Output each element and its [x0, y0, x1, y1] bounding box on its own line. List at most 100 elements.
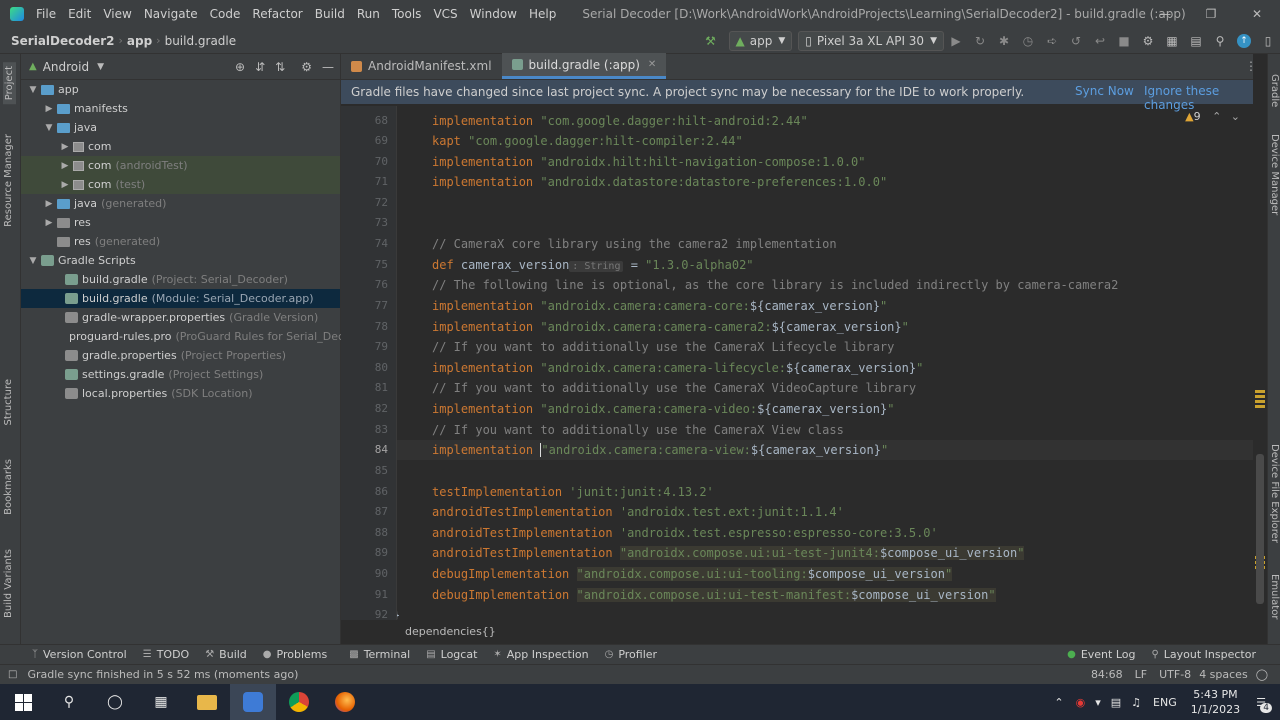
input-language[interactable]: ENG [1153, 696, 1177, 709]
tree-node-gradle-properties[interactable]: gradle.properties (Project Properties) [21, 346, 340, 365]
warning-marker[interactable] [1255, 400, 1265, 403]
code-breadcrumb[interactable]: dependencies{} [405, 625, 496, 638]
emulator-tool-tab[interactable]: Emulator [1269, 574, 1280, 619]
tree-node-java[interactable]: ▼ java [21, 118, 340, 137]
menu-tools[interactable]: Tools [386, 7, 428, 21]
problems-button[interactable]: ● Problems [263, 648, 327, 661]
stop-icon[interactable]: ■ [1112, 30, 1136, 52]
todo-button[interactable]: ☰ TODO [143, 648, 189, 661]
file-explorer-icon[interactable] [184, 684, 230, 720]
tree-node-res[interactable]: ▶ res [21, 213, 340, 232]
menu-navigate[interactable]: Navigate [138, 7, 204, 21]
editor-scrollbar[interactable] [1253, 54, 1267, 644]
warning-marker[interactable] [1255, 390, 1265, 393]
code-editor[interactable]: implementation "com.google.dagger:hilt-a… [397, 106, 1255, 620]
tray-chevron-up-icon[interactable]: ⌃ [1054, 696, 1063, 709]
build-variants-tool-tab[interactable]: Build Variants [3, 549, 14, 618]
notification-icon[interactable]: ☰ 4 [1256, 696, 1272, 713]
profiler-button[interactable]: ◷ Profiler [605, 648, 657, 661]
tree-node-com-androidtest[interactable]: ▶ com (androidTest) [21, 156, 340, 175]
gradle-tool-tab[interactable]: Gradle [1269, 74, 1280, 107]
tree-node-app[interactable]: ▼ app [21, 80, 340, 99]
chevron-down-icon[interactable]: ▼ [97, 62, 104, 72]
chevron-right-icon[interactable]: ▶ [59, 180, 71, 190]
clock[interactable]: 5:43 PM 1/1/2023 [1191, 687, 1240, 717]
gear-icon[interactable]: ⚙ [301, 60, 312, 74]
app-inspection-button[interactable]: ✶ App Inspection [493, 648, 588, 661]
structure-tool-tab[interactable]: Structure [3, 379, 14, 426]
cortana-icon[interactable]: ◯ [92, 684, 138, 720]
tree-node-manifests[interactable]: ▶ manifests [21, 99, 340, 118]
hammer-icon[interactable]: ⚒ [699, 30, 723, 52]
tree-node-res-generated[interactable]: res (generated) [21, 232, 340, 251]
chevron-down-icon[interactable]: ▼ [43, 123, 55, 133]
version-control-button[interactable]: ᛉ Version Control [32, 648, 127, 661]
warning-marker[interactable] [1255, 405, 1265, 408]
terminal-button[interactable]: ▩ Terminal [349, 648, 410, 661]
menu-window[interactable]: Window [464, 7, 523, 21]
next-highlight-icon[interactable]: ⌄ [1231, 110, 1240, 123]
menu-build[interactable]: Build [309, 7, 351, 21]
windows-start-icon[interactable] [0, 684, 46, 720]
device-file-explorer-tool-tab[interactable]: Device File Explorer [1269, 444, 1280, 543]
menu-file[interactable]: File [30, 7, 62, 21]
menu-run[interactable]: Run [351, 7, 386, 21]
warning-marker[interactable] [1255, 395, 1265, 398]
previous-highlight-icon[interactable]: ⌃ [1212, 110, 1221, 123]
chevron-right-icon[interactable]: ▶ [43, 218, 55, 228]
project-view-select[interactable]: Android [43, 60, 89, 74]
breadcrumb-file[interactable]: build.gradle [161, 34, 241, 48]
apply-changes-icon[interactable]: ↺ [1064, 30, 1088, 52]
tree-node-settings-gradle[interactable]: settings.gradle (Project Settings) [21, 365, 340, 384]
collapse-all-icon[interactable]: ⇅ [275, 60, 285, 74]
android-studio-icon[interactable] [230, 684, 276, 720]
microphone-icon[interactable]: ▾ [1095, 696, 1101, 709]
menu-help[interactable]: Help [523, 7, 562, 21]
close-tab-icon[interactable]: ✕ [648, 59, 656, 70]
menu-refactor[interactable]: Refactor [246, 7, 308, 21]
sync-now-link[interactable]: Sync Now [1075, 84, 1134, 98]
search-icon[interactable]: ⚲ [46, 684, 92, 720]
chevron-down-icon[interactable]: ▼ [27, 256, 39, 266]
search-icon[interactable]: ⚲ [1208, 30, 1232, 52]
menu-code[interactable]: Code [204, 7, 247, 21]
file-encoding[interactable]: UTF-8 [1159, 668, 1191, 681]
tree-node-gradle-scripts[interactable]: ▼ Gradle Scripts [21, 251, 340, 270]
chevron-right-icon[interactable]: ▶ [59, 142, 71, 152]
apply-code-changes-icon[interactable]: ↩ [1088, 30, 1112, 52]
sync-gradle-icon[interactable]: ⚙ [1136, 30, 1160, 52]
tree-node-local-properties[interactable]: local.properties (SDK Location) [21, 384, 340, 403]
status-message[interactable]: Gradle sync finished in 5 s 52 ms (momen… [27, 668, 298, 681]
device-manager-tool-tab[interactable]: Device Manager [1269, 134, 1280, 215]
layout-inspector-button[interactable]: ⚲ Layout Inspector [1151, 648, 1256, 661]
status-icon[interactable]: □ [8, 669, 17, 680]
resource-manager-tool-tab[interactable]: Resource Manager [3, 134, 14, 227]
locate-icon[interactable]: ⊕ [235, 60, 245, 74]
tree-node-com[interactable]: ▶ com [21, 137, 340, 156]
profile-icon[interactable]: ◷ [1016, 30, 1040, 52]
tree-node-com-test[interactable]: ▶ com (test) [21, 175, 340, 194]
project-tool-tab[interactable]: Project [3, 62, 16, 105]
breadcrumb-module[interactable]: app [123, 34, 156, 48]
run-icon[interactable]: ▶ [944, 30, 968, 52]
lock-icon[interactable]: ◯ [1256, 668, 1268, 681]
tabs-icon[interactable]: ▯ [1256, 30, 1280, 52]
chrome-icon[interactable] [276, 684, 322, 720]
close-icon[interactable]: ✕ [1234, 0, 1280, 28]
maximize-icon[interactable]: ❐ [1188, 0, 1234, 28]
device-select[interactable]: ▯ Pixel 3a XL API 30 ▼ [798, 30, 944, 51]
tree-node-gradle-wrapper[interactable]: gradle-wrapper.properties (Gradle Version… [21, 308, 340, 327]
hide-icon[interactable]: — [322, 60, 334, 74]
inspection-widget[interactable]: ▲9 ⌃ ⌄ [1185, 110, 1240, 123]
line-separator[interactable]: LF [1135, 668, 1147, 681]
menu-view[interactable]: View [97, 7, 137, 21]
chevron-right-icon[interactable]: ▶ [43, 199, 55, 209]
expand-all-icon[interactable]: ⇵ [255, 60, 265, 74]
task-view-icon[interactable]: ▦ [138, 684, 184, 720]
chevron-right-icon[interactable]: ▶ [59, 161, 71, 171]
tree-node-proguard[interactable]: proguard-rules.pro (ProGuard Rules for Se… [21, 327, 365, 346]
tree-node-java-generated[interactable]: ▶ java (generated) [21, 194, 340, 213]
chevron-down-icon[interactable]: ▼ [27, 85, 39, 95]
volume-icon[interactable]: ♫ [1131, 696, 1141, 709]
update-icon[interactable]: ↑ [1232, 30, 1256, 52]
